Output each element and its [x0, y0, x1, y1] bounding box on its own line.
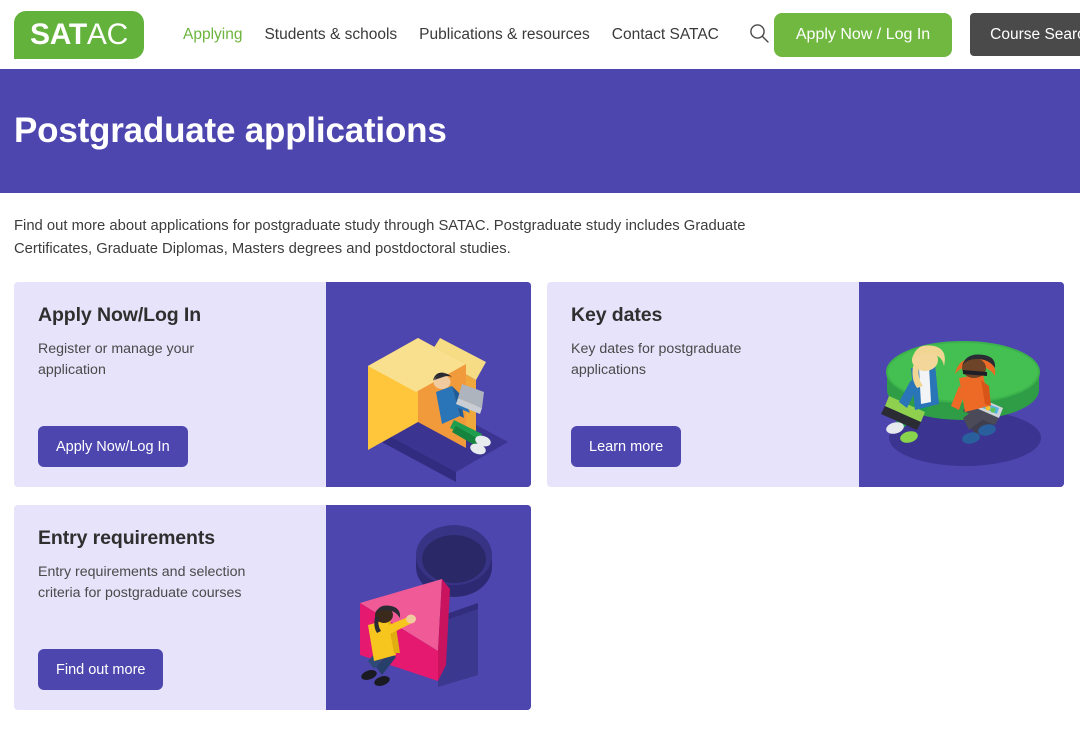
site-header: SATAC Applying Students & schools Public… [0, 0, 1080, 69]
nav-item-contact-satac[interactable]: Contact SATAC [601, 20, 730, 50]
search-button[interactable] [744, 20, 774, 50]
logo-text: SATAC [30, 17, 128, 51]
nav-item-publications-and-resources[interactable]: Publications & resources [408, 20, 601, 50]
card-description: Register or manage your application [38, 341, 195, 379]
logo-text-light: AC [86, 17, 128, 51]
card-title: Entry requirements [38, 527, 216, 550]
primary-navigation: Applying Students & schools Publications… [172, 20, 730, 50]
card-key-dates[interactable]: Key dates Key dates for postgraduate app… [547, 282, 1064, 488]
card-apply-now-login[interactable]: Apply Now/Log In Register or manage your… [14, 282, 531, 488]
search-icon [748, 22, 770, 47]
logo-text-bold: SAT [30, 17, 87, 51]
card-body: Apply Now/Log In Register or manage your… [14, 282, 326, 487]
card-title: Key dates [571, 304, 663, 327]
card-title: Apply Now/Log In [38, 304, 202, 327]
card-description: Key dates for postgraduate applications [571, 341, 742, 379]
satac-logo[interactable]: SATAC [14, 10, 144, 59]
illustration-person-laptop-yellow-block [326, 282, 531, 488]
card-body: Entry requirements Entry requirements an… [14, 505, 326, 710]
intro-paragraph: Find out more about applications for pos… [14, 218, 746, 258]
header-actions: Apply Now / Log In Course Search [773, 12, 1080, 57]
page-title: Postgraduate applications [14, 111, 447, 150]
card-grid: Apply Now/Log In Register or manage your… [0, 261, 1080, 711]
intro-section: Find out more about applications for pos… [0, 193, 1080, 261]
card-entry-requirements[interactable]: Entry requirements Entry requirements an… [14, 505, 531, 711]
card-body: Key dates Key dates for postgraduate app… [547, 282, 859, 487]
card-description: Entry requirements and selection criteri… [38, 564, 246, 602]
nav-item-applying[interactable]: Applying [172, 20, 253, 50]
page-hero: Postgraduate applications [0, 69, 1080, 193]
apply-now-login-button[interactable]: Apply Now / Log In [773, 12, 953, 57]
course-search-button[interactable]: Course Search [970, 13, 1080, 56]
card-action-button-apply-now-login[interactable]: Apply Now/Log In [38, 426, 188, 468]
nav-item-students-and-schools[interactable]: Students & schools [253, 20, 408, 50]
card-action-button-learn-more[interactable]: Learn more [571, 426, 682, 468]
illustration-two-people-green-circle [859, 282, 1064, 488]
card-action-button-find-out-more[interactable]: Find out more [38, 649, 164, 691]
illustration-person-pink-triangle [326, 505, 531, 711]
